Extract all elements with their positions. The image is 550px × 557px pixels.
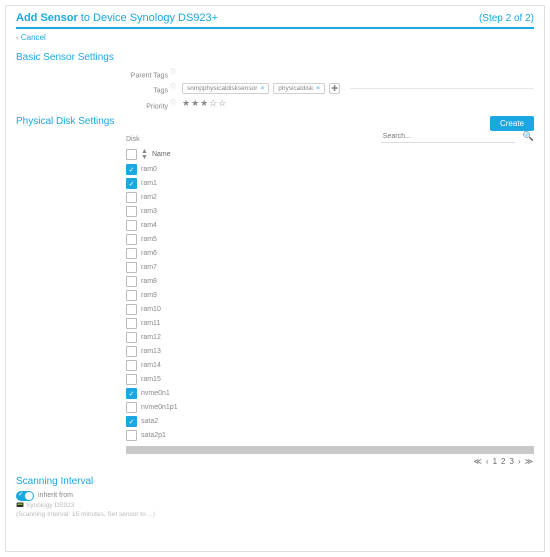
page-1[interactable]: 1: [492, 457, 498, 466]
row-checkbox[interactable]: [126, 346, 137, 357]
tags-label: Tags ⓘ: [16, 82, 182, 94]
tag-1[interactable]: snmpphysicaldisksensor×: [182, 83, 269, 94]
table-row: ram14: [126, 359, 534, 373]
section-basic: Basic Sensor Settings: [16, 52, 534, 63]
row-label: ram13: [141, 348, 161, 355]
add-tag-button[interactable]: ✚: [329, 83, 340, 94]
table-row: ✓ sata2: [126, 415, 534, 429]
search-icon[interactable]: 🔍: [523, 131, 534, 142]
page-last-icon[interactable]: ≫: [524, 457, 534, 466]
section-scanning: Scanning Interval: [16, 476, 534, 487]
row-label: ram11: [141, 320, 160, 327]
row-checkbox[interactable]: [126, 262, 137, 273]
priority-label: Priority ⓘ: [16, 98, 182, 110]
row-label: ram6: [141, 250, 157, 257]
row-label: nvme0n1: [141, 390, 170, 397]
row-checkbox[interactable]: [126, 430, 137, 441]
row-checkbox[interactable]: ✓: [126, 164, 137, 175]
table-row: ram2: [126, 191, 534, 205]
table-row: ram12: [126, 331, 534, 345]
inherit-note: (Scanning Interval: 15 minutes, Set sens…: [16, 511, 534, 519]
inherit-toggle[interactable]: [16, 491, 34, 501]
row-checkbox[interactable]: [126, 220, 137, 231]
name-column[interactable]: Name: [152, 151, 171, 158]
row-checkbox[interactable]: ✓: [126, 388, 137, 399]
parent-tags-label: Parent Tags ⓘ: [16, 67, 182, 79]
page-next-icon[interactable]: ›: [517, 457, 522, 466]
table-row: ram10: [126, 303, 534, 317]
row-label: ram14: [141, 362, 161, 369]
row-label: ram5: [141, 236, 157, 243]
row-checkbox[interactable]: [126, 402, 137, 413]
row-checkbox[interactable]: [126, 304, 137, 315]
table-row: ✓ ram1: [126, 177, 534, 191]
row-label: sata2: [141, 418, 158, 425]
row-checkbox[interactable]: [126, 332, 137, 343]
create-button[interactable]: Create: [490, 116, 534, 131]
row-checkbox[interactable]: [126, 234, 137, 245]
table-row: ram8: [126, 275, 534, 289]
table-row: ram5: [126, 233, 534, 247]
page-2[interactable]: 2: [500, 457, 506, 466]
cancel-link[interactable]: Cancel: [16, 33, 534, 42]
inherit-label: inherit from: [38, 492, 73, 499]
row-checkbox[interactable]: [126, 360, 137, 371]
row-label: ram7: [141, 264, 157, 271]
row-label: nvme0n1p1: [141, 404, 178, 411]
pager: ≪ ‹ 1 2 3 › ≫: [126, 457, 534, 466]
sort-icon[interactable]: ▲▼: [141, 149, 148, 161]
row-checkbox[interactable]: [126, 192, 137, 203]
row-checkbox[interactable]: [126, 276, 137, 287]
inherit-device: 📟 Synology DS923: [16, 502, 534, 510]
row-label: ram0: [141, 166, 157, 173]
row-label: ram2: [141, 194, 157, 201]
row-checkbox[interactable]: [126, 248, 137, 259]
page-first-icon[interactable]: ≪: [473, 457, 483, 466]
row-checkbox[interactable]: [126, 374, 137, 385]
table-row: ram15: [126, 373, 534, 387]
remove-tag-icon[interactable]: ×: [316, 85, 320, 92]
table-row: ram9: [126, 289, 534, 303]
row-label: ram1: [141, 180, 157, 187]
disk-field-label: Disk: [126, 136, 246, 143]
row-label: ram4: [141, 222, 157, 229]
select-all-checkbox[interactable]: [126, 149, 137, 160]
row-label: ram8: [141, 278, 157, 285]
table-row: nvme0n1p1: [126, 401, 534, 415]
row-checkbox[interactable]: ✓: [126, 416, 137, 427]
priority-stars[interactable]: ★★★☆☆: [182, 98, 534, 109]
row-checkbox[interactable]: ✓: [126, 178, 137, 189]
row-label: ram3: [141, 208, 157, 215]
row-label: sata2p1: [141, 432, 166, 439]
table-row: ram6: [126, 247, 534, 261]
table-row: ram4: [126, 219, 534, 233]
table-row: ✓ nvme0n1: [126, 387, 534, 401]
page-prev-icon[interactable]: ‹: [485, 457, 490, 466]
row-label: ram10: [141, 306, 161, 313]
remove-tag-icon[interactable]: ×: [260, 85, 264, 92]
row-checkbox[interactable]: [126, 206, 137, 217]
table-row: sata2p1: [126, 429, 534, 443]
row-checkbox[interactable]: [126, 290, 137, 301]
row-checkbox[interactable]: [126, 318, 137, 329]
table-row: ram11: [126, 317, 534, 331]
page-3[interactable]: 3: [509, 457, 515, 466]
table-row: ✓ ram0: [126, 163, 534, 177]
horizontal-scrollbar[interactable]: [126, 446, 534, 454]
section-disk: Physical Disk Settings: [16, 116, 534, 127]
tag-2[interactable]: physicaldisk×: [273, 83, 325, 94]
table-row: ram13: [126, 345, 534, 359]
row-label: ram15: [141, 376, 161, 383]
table-row: ram3: [126, 205, 534, 219]
search-input[interactable]: [381, 131, 515, 143]
row-label: ram9: [141, 292, 157, 299]
table-row: ram7: [126, 261, 534, 275]
page-title: Add Sensor to Device Synology DS923+: [16, 12, 218, 24]
step-indicator: (Step 2 of 2): [479, 13, 534, 24]
row-label: ram12: [141, 334, 161, 341]
